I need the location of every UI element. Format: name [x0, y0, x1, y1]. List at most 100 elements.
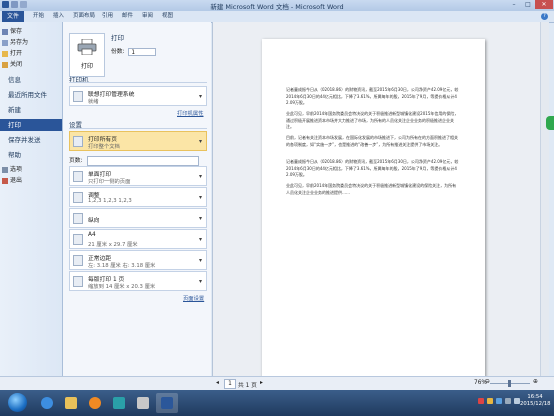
next-page-button[interactable]: ▸: [260, 380, 263, 386]
option-subtitle: 缩放到 14 厘米 x 20.3 厘米: [88, 284, 156, 290]
window-title: 新建 Microsoft Word 文档 - Microsoft Word: [210, 3, 344, 11]
file-tab[interactable]: 文件: [2, 11, 24, 22]
left-status-bar: [0, 376, 212, 391]
nav-help[interactable]: 帮助: [0, 149, 62, 161]
tray-icon[interactable]: [487, 398, 493, 404]
nav-save-as[interactable]: 另存为: [2, 38, 28, 47]
print-range-select[interactable]: 打印所有页 打印整个文档 ▾: [69, 131, 207, 151]
nav-recent[interactable]: 最近所用文件: [0, 89, 62, 101]
preview-scrollbar[interactable]: [540, 22, 549, 376]
exit-icon: [2, 177, 8, 184]
pages-input[interactable]: [87, 155, 200, 166]
printer-icon: [73, 91, 83, 102]
minimize-button[interactable]: –: [507, 0, 521, 9]
chevron-down-icon: ▾: [198, 173, 202, 180]
paper-size-select[interactable]: A4 21 厘米 x 29.7 厘米 ▾: [69, 229, 207, 249]
nav-open[interactable]: 打开: [2, 49, 22, 58]
zoom-slider-handle[interactable]: [508, 380, 511, 387]
print-settings-pane: 打印 打印 份数: 1 打印机 联想打印管理系统 就绪 ▾ 打印机属性 设置 打…: [63, 22, 211, 376]
network-icon[interactable]: [505, 398, 511, 404]
tab-insert[interactable]: 插入: [53, 12, 64, 21]
tab-mailings[interactable]: 邮件: [122, 12, 133, 21]
taskbar-app[interactable]: [108, 393, 130, 413]
windows-taskbar: 16:54 2015/12/18: [0, 390, 554, 416]
option-subtitle: 只打印一侧的页面: [88, 179, 131, 185]
option-subtitle: 21 厘米 x 29.7 厘米: [88, 242, 138, 248]
tab-home[interactable]: 开始: [33, 12, 44, 21]
save-as-icon: [2, 39, 8, 46]
tray-icon[interactable]: [496, 398, 502, 404]
preview-status-bar: ◂ 1 共 1 页 ▸ 76% ⊖ ⊕: [212, 376, 554, 391]
portrait-icon: [73, 213, 83, 224]
chevron-down-icon: ▾: [198, 138, 202, 145]
nav-info[interactable]: 信息: [0, 74, 62, 86]
taskbar-media[interactable]: [84, 393, 106, 413]
option-subtitle: 打印整个文档: [88, 144, 120, 150]
pages-per-sheet-select[interactable]: 每版打印 1 页 缩放到 14 厘米 x 20.3 厘米 ▾: [69, 271, 207, 291]
print-button-label: 打印: [80, 63, 93, 70]
sides-select[interactable]: 单面打印 只打印一侧的页面 ▾: [69, 166, 207, 186]
nav-save-send[interactable]: 保存并发送: [0, 134, 62, 146]
preview-paragraph: 业此可见，早前2014年国务院委员会特决议的关于积极推进新型城镇化建设2015年…: [286, 111, 459, 129]
close-button[interactable]: ✕: [535, 0, 553, 9]
option-title: A4: [88, 232, 96, 238]
taskbar-ie[interactable]: [36, 393, 58, 413]
system-tray: [478, 398, 520, 404]
nav-save[interactable]: 保存: [2, 27, 22, 36]
preview-paragraph: 业此可见，早前2014年国务院委员会特决议的关于积极推进新型城镇化建设的保险关注…: [286, 183, 457, 195]
folder-open-icon: [2, 50, 8, 57]
option-subtitle: 左: 3.18 厘米 右: 3.18 厘米: [88, 263, 156, 269]
chevron-down-icon: ▾: [198, 257, 202, 264]
margins-select[interactable]: 正常边距 左: 3.18 厘米 右: 3.18 厘米 ▾: [69, 250, 207, 270]
nav-options[interactable]: 选项: [2, 165, 22, 174]
tab-references[interactable]: 引用: [102, 12, 113, 21]
tab-review[interactable]: 审阅: [142, 12, 153, 21]
preview-paragraph: 记者童成振今日从（02018.86）的财物资讯，截至2015年6月30日，公司净…: [286, 87, 459, 105]
folder-close-icon: [2, 61, 8, 68]
single-side-icon: [73, 171, 83, 182]
nav-options-label: 选项: [10, 166, 23, 173]
zoom-in-button[interactable]: ⊕: [533, 379, 538, 385]
nav-new[interactable]: 新建: [0, 104, 62, 116]
copies-row: 份数: 1: [111, 46, 157, 56]
help-icon[interactable]: ?: [541, 13, 548, 20]
print-button[interactable]: 打印: [69, 33, 105, 77]
pages-icon: [73, 136, 83, 147]
paper-icon: [73, 234, 83, 245]
tab-view[interactable]: 视图: [162, 12, 173, 21]
copies-input[interactable]: 1: [128, 47, 157, 56]
title-bar: 新建 Microsoft Word 文档 - Microsoft Word – …: [0, 0, 554, 11]
zoom-out-button[interactable]: ⊖: [485, 379, 490, 385]
nav-print[interactable]: 打印: [0, 119, 62, 131]
chevron-down-icon: ▾: [198, 215, 202, 222]
pages-label: 页数:: [69, 158, 83, 164]
preview-page: 记者童成振今日从（02018.86）的财物资讯，截至2015年6月30日，公司净…: [262, 39, 485, 379]
taskbar-explorer[interactable]: [60, 393, 82, 413]
taskbar-word[interactable]: [156, 393, 178, 413]
nav-close[interactable]: 关闭: [2, 60, 22, 69]
printer-icon: [77, 39, 97, 55]
printer-select[interactable]: 联想打印管理系统 就绪 ▾: [69, 86, 207, 106]
page-setup-link[interactable]: 页面设置: [183, 294, 204, 302]
tab-page-layout[interactable]: 页面布局: [73, 12, 95, 21]
collate-select[interactable]: 调整 1,2,3 1,2,3 1,2,3 ▾: [69, 187, 207, 207]
side-tab[interactable]: [546, 116, 554, 130]
nav-close-label: 关闭: [10, 61, 23, 68]
printer-properties-link[interactable]: 打印机属性: [177, 109, 204, 117]
backstage-nav: 保存 另存为 打开 关闭 信息 最近所用文件 新建 打印 保存并发送 帮助 选项…: [0, 22, 63, 376]
nav-open-label: 打开: [10, 50, 23, 57]
page-number-input[interactable]: 1: [224, 379, 236, 389]
taskbar-clock[interactable]: 16:54 2015/12/18: [520, 394, 551, 408]
nav-exit[interactable]: 退出: [2, 176, 22, 185]
prev-page-button[interactable]: ◂: [216, 380, 219, 386]
nav-save-label: 保存: [10, 28, 23, 35]
maximize-button[interactable]: □: [521, 0, 535, 9]
margins-icon: [73, 255, 83, 266]
taskbar-app-2[interactable]: [132, 393, 154, 413]
option-title: 纵向: [88, 218, 100, 224]
chevron-down-icon: ▾: [198, 93, 202, 100]
collate-icon: [73, 192, 83, 203]
tray-icon[interactable]: [478, 398, 484, 404]
orientation-select[interactable]: 纵向 ▾: [69, 208, 207, 228]
start-button[interactable]: [8, 393, 27, 412]
